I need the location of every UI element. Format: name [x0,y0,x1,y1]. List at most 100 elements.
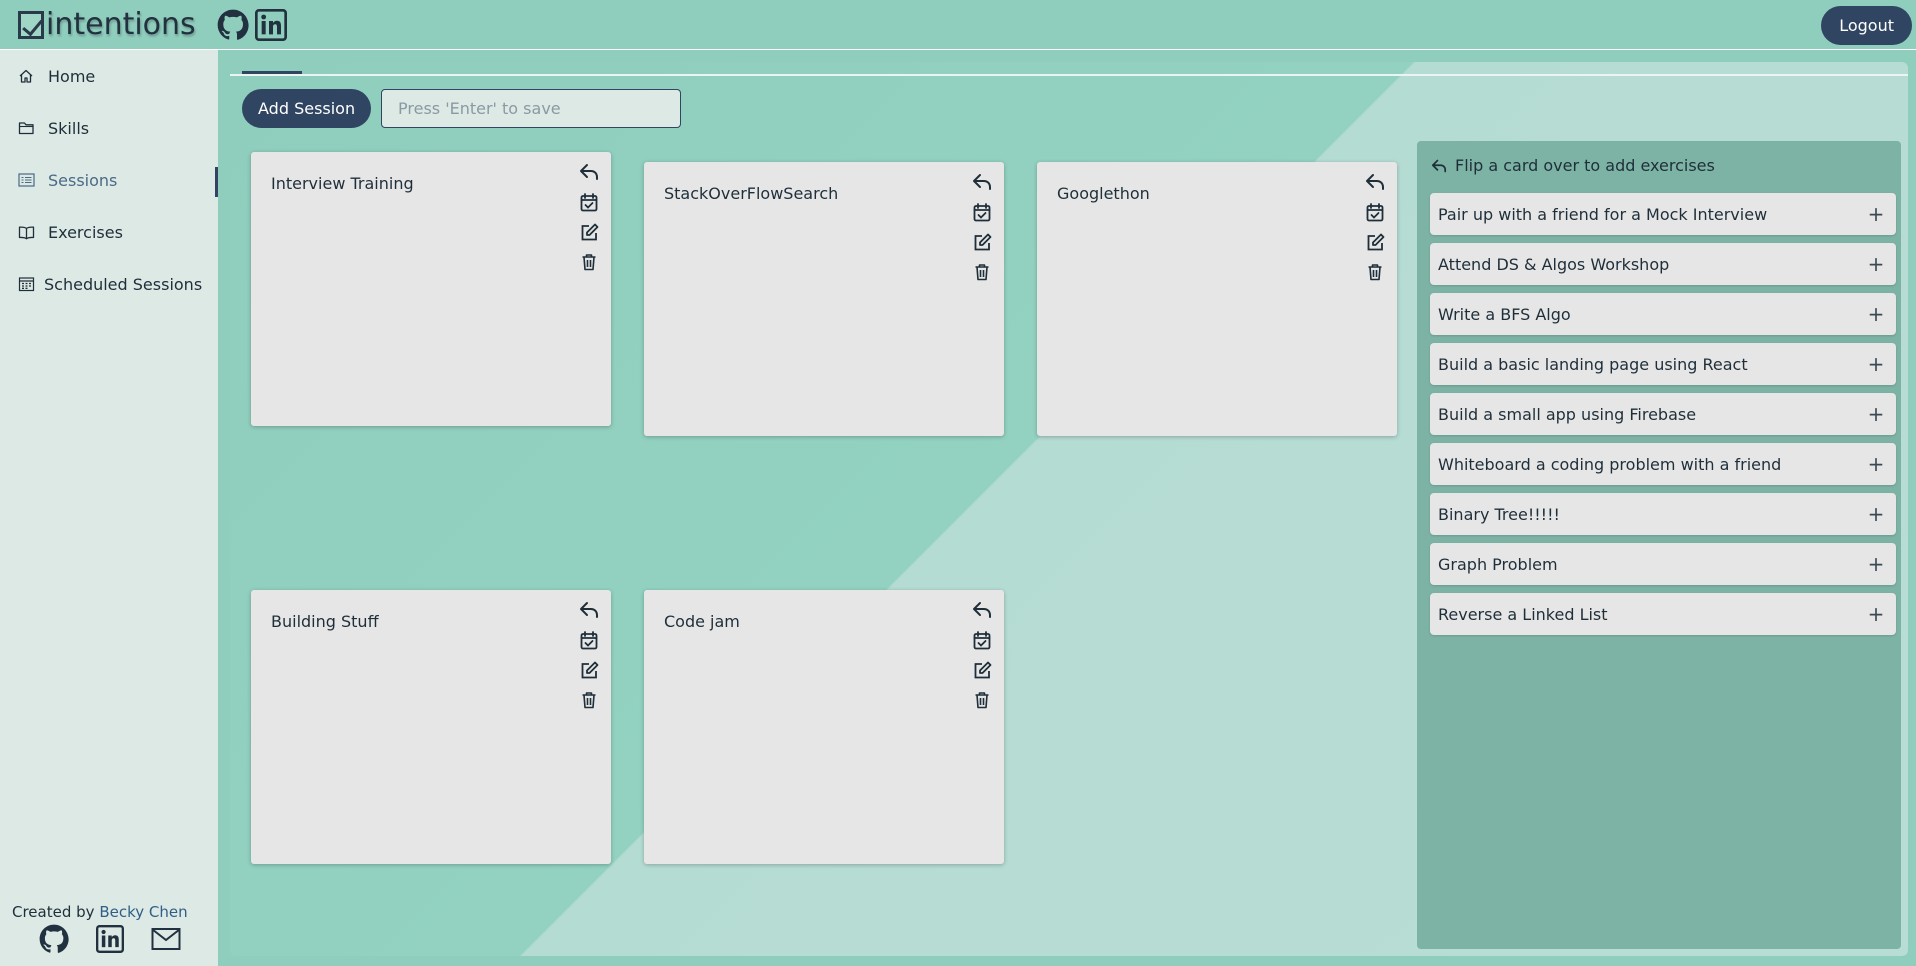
plus-icon[interactable]: + [1866,502,1886,526]
session-card[interactable]: Building Stuff [251,590,611,864]
exercise-label: Reverse a Linked List [1438,604,1608,624]
exercise-item[interactable]: Write a BFS Algo + [1430,293,1896,335]
exercise-label: Whiteboard a coding problem with a frien… [1438,454,1782,474]
trash-icon[interactable] [971,262,993,282]
calendar-check-icon[interactable] [578,192,600,212]
exercise-label: Write a BFS Algo [1438,304,1571,324]
plus-icon[interactable]: + [1866,602,1886,626]
flip-back-icon [1431,158,1449,174]
exercises-heading-text: Flip a card over to add exercises [1455,156,1715,175]
trash-icon[interactable] [1364,262,1386,282]
edit-icon[interactable] [578,222,600,242]
session-card[interactable]: Code jam [644,590,1004,864]
session-title: Code jam [664,612,740,631]
card-actions [971,172,993,282]
exercise-item[interactable]: Reverse a Linked List + [1430,593,1896,635]
plus-icon[interactable]: + [1866,202,1886,226]
session-name-input[interactable] [381,89,681,128]
add-session-button[interactable]: Add Session [242,89,372,128]
app-logo[interactable]: intentions [18,0,196,50]
sidebar-item-exercises[interactable]: Exercises [0,206,218,258]
exercise-item[interactable]: Graph Problem + [1430,543,1896,585]
session-title: StackOverFlowSearch [664,184,839,203]
card-actions [578,162,600,272]
credit-author-link[interactable]: Becky Chen [99,903,187,921]
calendar-icon [18,275,36,293]
edit-icon[interactable] [578,660,600,680]
exercise-list: Pair up with a friend for a Mock Intervi… [1430,193,1896,643]
flip-back-icon[interactable] [578,600,600,620]
edit-icon[interactable] [1364,232,1386,252]
exercise-label: Build a basic landing page using React [1438,354,1748,374]
plus-icon[interactable]: + [1866,352,1886,376]
mail-icon[interactable] [150,924,182,954]
list-icon [18,171,36,189]
top-bar: intentions Logout [0,0,1916,50]
sidebar-item-label: Skills [48,118,90,138]
session-card[interactable]: Interview Training [251,152,611,426]
github-icon[interactable] [216,8,250,42]
sidebar-item-home[interactable]: Home [0,50,218,102]
plus-icon[interactable]: + [1866,552,1886,576]
credit-prefix: Created by [12,903,95,921]
trash-icon[interactable] [578,252,600,272]
exercise-item[interactable]: Build a basic landing page using React + [1430,343,1896,385]
card-actions [1364,172,1386,282]
trash-icon[interactable] [971,690,993,710]
folder-icon [18,119,36,137]
footer-social-links [38,924,182,954]
sidebar-item-skills[interactable]: Skills [0,102,218,154]
plus-icon[interactable]: + [1866,452,1886,476]
exercise-label: Build a small app using Firebase [1438,404,1697,424]
exercise-label: Binary Tree!!!!! [1438,504,1560,524]
exercise-item[interactable]: Whiteboard a coding problem with a frien… [1430,443,1896,485]
session-title: Interview Training [271,174,414,193]
linkedin-icon[interactable] [94,924,126,954]
sidebar-item-sessions[interactable]: Sessions [0,154,218,206]
flip-back-icon[interactable] [1364,172,1386,192]
plus-icon[interactable]: + [1866,252,1886,276]
sidebar-item-label: Scheduled Sessions [44,274,203,294]
plus-icon[interactable]: + [1866,302,1886,326]
sidebar: Home Skills Sessions Exercises Scheduled… [0,50,218,966]
calendar-check-icon[interactable] [578,630,600,650]
exercise-label: Pair up with a friend for a Mock Intervi… [1438,204,1768,224]
sidebar-item-label: Sessions [48,170,118,190]
exercise-item[interactable]: Build a small app using Firebase + [1430,393,1896,435]
book-icon [18,223,36,241]
calendar-check-icon[interactable] [971,202,993,222]
exercise-item[interactable]: Pair up with a friend for a Mock Intervi… [1430,193,1896,235]
sidebar-item-label: Home [48,66,96,86]
plus-icon[interactable]: + [1866,402,1886,426]
footer-credit: Created by Becky Chen [12,903,188,921]
card-actions [578,600,600,710]
calendar-check-icon[interactable] [971,630,993,650]
flip-back-icon[interactable] [578,162,600,182]
calendar-check-icon[interactable] [1364,202,1386,222]
logo-text: intentions [46,7,196,42]
exercise-label: Graph Problem [1438,554,1558,574]
logout-button[interactable]: Logout [1821,6,1912,45]
session-card[interactable]: Googlethon [1037,162,1397,436]
sidebar-item-scheduled-sessions[interactable]: Scheduled Sessions [0,258,218,310]
checkbox-logo-icon [18,10,44,39]
linkedin-icon[interactable] [254,8,288,42]
exercises-panel-heading: Flip a card over to add exercises [1431,156,1715,175]
tab-indicator [242,71,302,74]
session-title: Building Stuff [271,612,379,631]
sessions-main-panel: Add Session Interview Training StackOver… [230,62,1908,956]
session-card[interactable]: StackOverFlowSearch [644,162,1004,436]
flip-back-icon[interactable] [971,172,993,192]
github-icon[interactable] [38,924,70,954]
exercise-item[interactable]: Binary Tree!!!!! + [1430,493,1896,535]
exercise-label: Attend DS & Algos Workshop [1438,254,1670,274]
exercise-item[interactable]: Attend DS & Algos Workshop + [1430,243,1896,285]
exercises-panel: Flip a card over to add exercises Pair u… [1417,141,1901,949]
sidebar-item-label: Exercises [48,222,123,242]
flip-back-icon[interactable] [971,600,993,620]
tab-divider [230,74,1908,76]
home-icon [18,67,36,85]
edit-icon[interactable] [971,232,993,252]
edit-icon[interactable] [971,660,993,680]
trash-icon[interactable] [578,690,600,710]
